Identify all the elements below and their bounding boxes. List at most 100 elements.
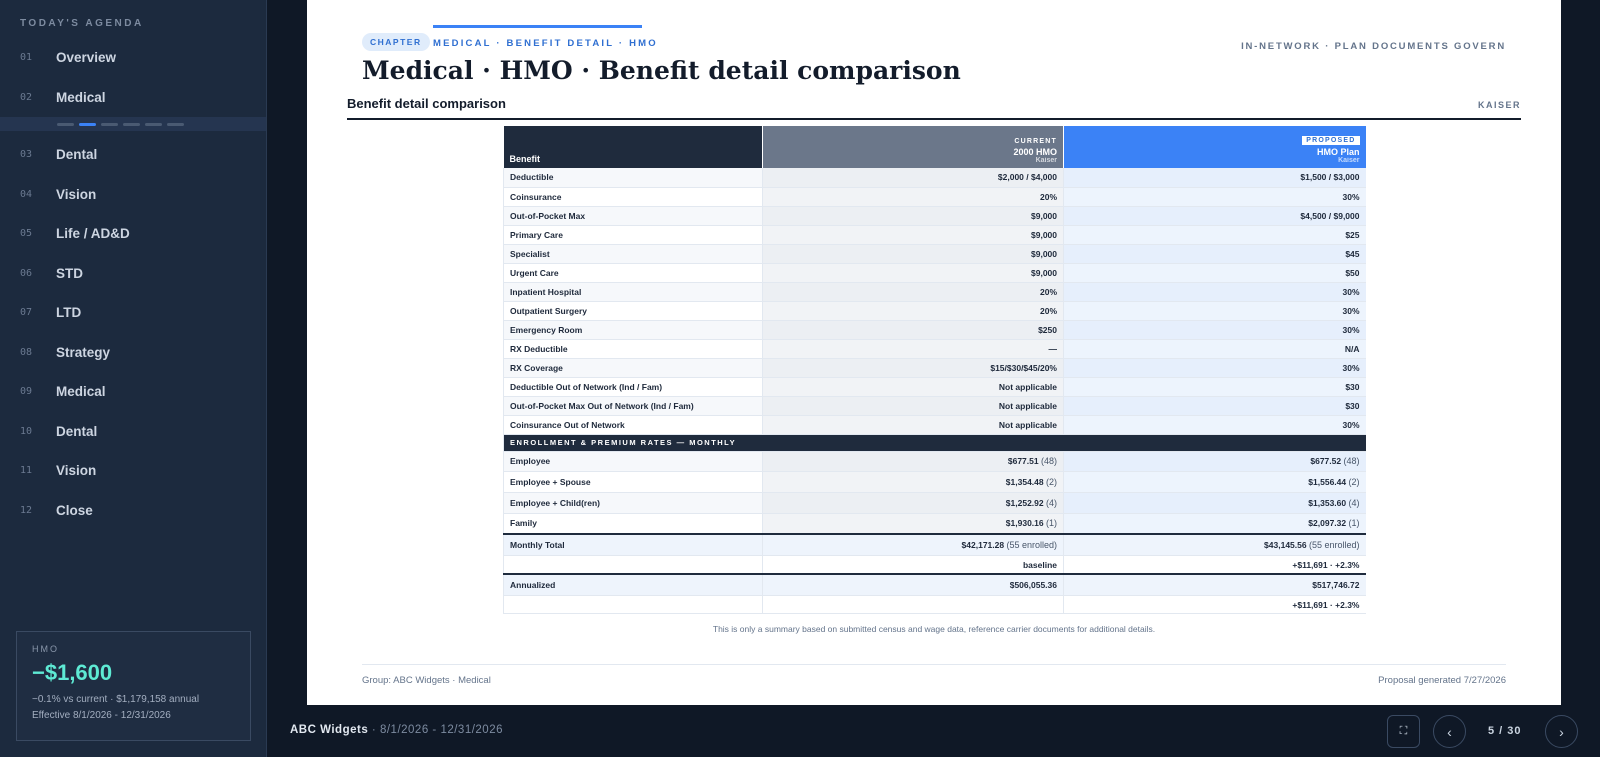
nav-label: Dental: [56, 147, 98, 163]
nav-item-ltd[interactable]: 07 LTD: [0, 293, 266, 333]
proposed-value: 30%: [1063, 282, 1366, 302]
nav-label: Medical: [56, 89, 106, 105]
current-rate-amount: $1,930.16: [1005, 518, 1044, 529]
benefit-name: RX Deductible: [503, 339, 763, 359]
nav-item-vision-2[interactable]: 11 Vision: [0, 451, 266, 491]
chevron-right-icon: ›: [1559, 723, 1564, 740]
card-label: HMO: [32, 644, 59, 654]
current-value: Not applicable: [762, 377, 1064, 397]
benefit-name: Emergency Room: [503, 320, 763, 340]
nav-item-dental-2[interactable]: 10 Dental: [0, 412, 266, 452]
proposed-value: 30%: [1063, 320, 1366, 340]
tier-name: Family: [503, 513, 763, 535]
crumb-accent-bar: [433, 25, 642, 28]
current-rate: $1,354.48 (2): [762, 471, 1064, 493]
nav-num: 02: [20, 91, 33, 103]
nav-item-close[interactable]: 12 Close: [0, 491, 266, 531]
current-value: 20%: [762, 301, 1064, 321]
proposed-rate-amount: $677.52: [1310, 456, 1342, 467]
proposed-enrolled-count: (4): [1348, 497, 1360, 508]
table-row: Urgent Care $9,000 $50: [503, 263, 1366, 283]
proposed-value: $1,500 / $3,000: [1063, 168, 1366, 188]
empty-cell: [503, 595, 763, 615]
nav-num: 07: [20, 307, 33, 319]
card-detail: −0.1% vs current · $1,179,158 annual Eff…: [32, 692, 235, 724]
table-body: Deductible $2,000 / $4,000 $1,500 / $3,000…: [503, 168, 1366, 615]
nav-item-std[interactable]: 06 STD: [0, 254, 266, 294]
annualized-delta-row: +$11,691 · +2.3%: [503, 595, 1366, 615]
monthly-total-label: Monthly Total: [503, 532, 763, 557]
nav-item-life-add[interactable]: 05 Life / AD&D: [0, 214, 266, 254]
chapter-badge: CHAPTER: [362, 33, 430, 51]
current-value: $9,000: [762, 263, 1064, 283]
section-title: Benefit detail comparison: [347, 96, 506, 111]
nav-num: 10: [20, 425, 33, 437]
progress-dash: [123, 122, 140, 126]
card-line-1: −0.1% vs current · $1,179,158 annual: [32, 694, 200, 705]
current-value: Not applicable: [762, 415, 1064, 435]
proposed-tag: PROPOSED: [1302, 136, 1360, 145]
current-rate: $677.51 (48): [762, 451, 1064, 473]
medical-sub-progress: [0, 117, 266, 131]
proposed-value: 30%: [1063, 187, 1366, 207]
nav-num: 12: [20, 504, 33, 516]
slide: CHAPTER MEDICAL · BENEFIT DETAIL · HMO I…: [307, 0, 1561, 705]
current-rate: $1,252.92 (4): [762, 492, 1064, 514]
benefit-name: Deductible Out of Network (Ind / Fam): [503, 377, 763, 397]
benefit-name: Coinsurance: [503, 187, 763, 207]
proposed-value: $45: [1063, 244, 1366, 264]
proposed-plan-carrier: Kaiser: [1338, 157, 1360, 164]
next-slide-button[interactable]: ›: [1545, 715, 1578, 748]
proposed-rate-amount: $1,353.60: [1308, 497, 1347, 508]
current-enrolled-count: (2): [1046, 477, 1057, 488]
current-value: 20%: [762, 282, 1064, 302]
page-indicator: 5 / 30: [1488, 725, 1522, 737]
section-rule: [347, 118, 1521, 120]
nav-label: Vision: [56, 463, 97, 479]
nav-label: STD: [56, 265, 83, 281]
current-monthly-enrolled: (55 enrolled): [1006, 540, 1057, 550]
empty-cell: [503, 555, 763, 575]
company-info: ABC Widgets · 8/1/2026 - 12/31/2026: [290, 724, 503, 736]
fullscreen-button[interactable]: ⛶: [1387, 715, 1420, 748]
current-value: $9,000: [762, 244, 1064, 264]
nav-item-overview[interactable]: 01 Overview: [0, 38, 266, 78]
card-amount: −$1,600: [32, 660, 113, 685]
proposed-enrolled-count: (1): [1348, 518, 1360, 529]
proposed-value: $30: [1063, 377, 1366, 397]
header-current-plan: CURRENT 2000 HMO Kaiser: [762, 126, 1064, 168]
hmo-summary-card: HMO −$1,600 −0.1% vs current · $1,179,15…: [16, 631, 251, 741]
nav-item-dental[interactable]: 03 Dental: [0, 135, 266, 175]
tier-name: Employee + Spouse: [503, 471, 763, 493]
benefit-name: Out-of-Pocket Max: [503, 206, 763, 226]
benefit-name: Outpatient Surgery: [503, 301, 763, 321]
proposed-value: $30: [1063, 396, 1366, 416]
section-label: ENROLLMENT & PREMIUM RATES — MONTHLY: [503, 434, 1366, 452]
table-row: Out-of-Pocket Max $9,000 $4,500 / $9,000: [503, 206, 1366, 226]
prev-slide-button[interactable]: ‹: [1433, 715, 1466, 748]
nav-item-strategy[interactable]: 08 Strategy: [0, 333, 266, 373]
nav-item-medical[interactable]: 02 Medical: [0, 78, 266, 118]
proposed-value: $50: [1063, 263, 1366, 283]
nav-item-medical-2[interactable]: 09 Medical: [0, 372, 266, 412]
nav-num: 03: [20, 149, 33, 161]
page-title: Medical · HMO · Benefit detail compariso…: [362, 56, 961, 85]
nav-label: Vision: [56, 186, 97, 202]
current-annualized: $506,055.36: [762, 572, 1064, 597]
proposed-monthly-delta: +$11,691 · +2.3%: [1063, 555, 1366, 575]
proposed-monthly-total: $43,145.56 (55 enrolled): [1063, 532, 1366, 557]
current-value: 20%: [762, 187, 1064, 207]
benefit-name: Urgent Care: [503, 263, 763, 283]
table-row: Coinsurance 20% 30%: [503, 187, 1366, 207]
benefit-name: Out-of-Pocket Max Out of Network (Ind / …: [503, 396, 763, 416]
rate-row: Employee + Child(ren) $1,252.92 (4) $1,353…: [503, 492, 1366, 514]
nav-item-vision[interactable]: 04 Vision: [0, 175, 266, 215]
current-value: —: [762, 339, 1064, 359]
table-row: Deductible $2,000 / $4,000 $1,500 / $3,000: [503, 168, 1366, 188]
current-value: $9,000: [762, 206, 1064, 226]
proposed-plan-name: HMO Plan: [1316, 147, 1360, 157]
proposed-value: 30%: [1063, 358, 1366, 378]
proposed-value: 30%: [1063, 415, 1366, 435]
current-rate-amount: $1,252.92: [1005, 497, 1044, 508]
nav-num: 11: [20, 465, 33, 477]
